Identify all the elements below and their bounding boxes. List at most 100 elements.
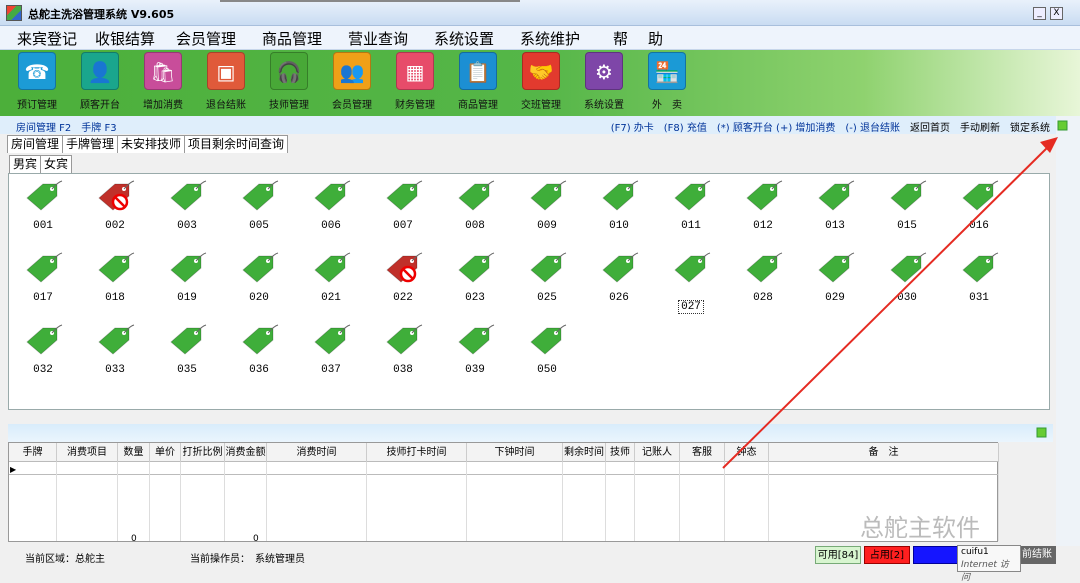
tag-item[interactable]: 018: [85, 248, 145, 308]
tag-item[interactable]: 011: [661, 176, 721, 236]
tag-item[interactable]: 023: [445, 248, 505, 308]
tag-item[interactable]: 005: [229, 176, 289, 236]
column-header[interactable]: 消费时间: [267, 443, 367, 462]
tag-item[interactable]: 001: [13, 176, 73, 236]
tag-number: 003: [177, 220, 197, 232]
tag-item[interactable]: 016: [949, 176, 1009, 236]
tag-item[interactable]: 007: [373, 176, 433, 236]
tag-item[interactable]: 025: [517, 248, 577, 308]
column-header[interactable]: 技师打卡时间: [367, 443, 467, 462]
tag-item[interactable]: 029: [805, 248, 865, 308]
tab-remaining-time[interactable]: 项目剩余时间查询: [184, 135, 289, 153]
tag-item[interactable]: 039: [445, 320, 505, 380]
table-column: [9, 462, 57, 541]
column-header[interactable]: 下钟时间: [467, 443, 563, 462]
tab-female[interactable]: 女宾: [40, 155, 73, 173]
toolbar-button-4[interactable]: 🎧 技师管理: [259, 52, 319, 116]
shortcut-keys[interactable]: (F7) 办卡 (F8) 充值 (*) 顾客开台 (+) 增加消费 (-) 退台…: [611, 123, 900, 134]
tag-item[interactable]: 027: [661, 248, 721, 314]
tag-item[interactable]: 015: [877, 176, 937, 236]
tag-number: 036: [249, 364, 269, 376]
column-header[interactable]: 备 注: [769, 443, 999, 462]
available-badge[interactable]: 可用[84]: [815, 546, 861, 564]
tab-tag-management[interactable]: 手牌管理: [62, 135, 119, 153]
tab-room-management[interactable]: 房间管理: [7, 135, 64, 153]
toolbar-button-0[interactable]: ☎ 预订管理: [7, 52, 67, 116]
toolbar-button-10[interactable]: 🏪 外 卖: [637, 52, 697, 116]
watermark: 总舵主软件: [860, 514, 980, 542]
column-header[interactable]: 单价: [150, 443, 181, 462]
tag-item[interactable]: 032: [13, 320, 73, 380]
menu-help-2[interactable]: 助: [648, 28, 663, 49]
toolbar-button-3[interactable]: ▣ 退台结账: [196, 52, 256, 116]
tag-item[interactable]: 021: [301, 248, 361, 308]
other-badge[interactable]: [913, 546, 959, 564]
tag-item[interactable]: 013: [805, 176, 865, 236]
toolbar-button-1[interactable]: 👤 顾客开台: [70, 52, 130, 116]
shortcut-actions[interactable]: 返回首页 手动刷新 锁定系统: [910, 123, 1050, 134]
tag-item[interactable]: 022: [373, 248, 433, 308]
menu-member[interactable]: 会员管理: [176, 28, 236, 49]
column-header[interactable]: 钟态: [725, 443, 769, 462]
column-header[interactable]: 技师: [606, 443, 635, 462]
menu-guest-register[interactable]: 来宾登记: [17, 28, 77, 49]
tag-free-icon: [311, 180, 351, 212]
toolbar-label: 财务管理: [395, 100, 435, 111]
tag-item[interactable]: 003: [157, 176, 217, 236]
toolbar-button-6[interactable]: ▦ 财务管理: [385, 52, 445, 116]
column-header[interactable]: 消费项目: [57, 443, 118, 462]
column-header[interactable]: 数量: [118, 443, 150, 462]
tag-item[interactable]: 017: [13, 248, 73, 308]
minimize-button[interactable]: _: [1033, 7, 1046, 20]
menu-business-query[interactable]: 营业查询: [348, 28, 408, 49]
tag-item[interactable]: 020: [229, 248, 289, 308]
tag-item[interactable]: 002: [85, 176, 145, 236]
column-header[interactable]: 剩余时间: [563, 443, 606, 462]
toolbar-button-2[interactable]: 🛍 增加消费: [133, 52, 193, 116]
settle-button[interactable]: 前结账: [1018, 546, 1056, 564]
toolbar-button-8[interactable]: 🤝 交班管理: [511, 52, 571, 116]
tag-item[interactable]: 009: [517, 176, 577, 236]
toolbar-button-9[interactable]: ⚙ 系统设置: [574, 52, 634, 116]
tag-item[interactable]: 037: [301, 320, 361, 380]
menu-cashier[interactable]: 收银结算: [95, 28, 155, 49]
column-header[interactable]: 打折比例: [181, 443, 225, 462]
menu-help-1[interactable]: 帮: [613, 28, 628, 49]
close-button[interactable]: X: [1050, 7, 1063, 20]
tag-item[interactable]: 006: [301, 176, 361, 236]
toolbar-button-7[interactable]: 📋 商品管理: [448, 52, 508, 116]
column-header[interactable]: 记账人: [635, 443, 680, 462]
tag-item[interactable]: 019: [157, 248, 217, 308]
tag-item[interactable]: 038: [373, 320, 433, 380]
tag-item[interactable]: 010: [589, 176, 649, 236]
shortcut-left[interactable]: 房间管理 F2 手牌 F3: [16, 119, 117, 134]
tag-item[interactable]: 033: [85, 320, 145, 380]
tag-item[interactable]: 026: [589, 248, 649, 308]
menu-system-settings[interactable]: 系统设置: [434, 28, 494, 49]
tab-male[interactable]: 男宾: [9, 155, 42, 173]
app-logo-icon: [6, 5, 22, 21]
tag-item[interactable]: 008: [445, 176, 505, 236]
tag-item[interactable]: 030: [877, 248, 937, 308]
status-bar: 当前区域：总舵主 当前操作员： 系统管理员 可用[84] 占用[2] 前结账: [0, 546, 1080, 566]
tag-free-icon: [23, 180, 63, 212]
tag-item[interactable]: 012: [733, 176, 793, 236]
phone-icon: ☎: [18, 52, 56, 90]
tag-item[interactable]: 036: [229, 320, 289, 380]
occupied-badge[interactable]: 占用[2]: [864, 546, 910, 564]
tag-item[interactable]: 035: [157, 320, 217, 380]
column-header[interactable]: 客服: [680, 443, 725, 462]
toolbar-button-5[interactable]: 👥 会员管理: [322, 52, 382, 116]
column-header[interactable]: 手牌: [9, 443, 57, 462]
menu-goods[interactable]: 商品管理: [262, 28, 322, 49]
tooltip-user: cuifu1: [961, 547, 989, 557]
tag-item[interactable]: 028: [733, 248, 793, 308]
tag-number: 027: [678, 300, 704, 314]
tag-item[interactable]: 050: [517, 320, 577, 380]
tag-item[interactable]: 031: [949, 248, 1009, 308]
tag-free-icon: [383, 324, 423, 356]
tab-unassigned-technician[interactable]: 未安排技师: [117, 135, 186, 153]
column-header[interactable]: 消费金额: [225, 443, 267, 462]
menu-system-maintenance[interactable]: 系统维护: [520, 28, 580, 49]
shortcut-right[interactable]: (F7) 办卡 (F8) 充值 (*) 顾客开台 (+) 增加消费 (-) 退台…: [611, 119, 1050, 134]
